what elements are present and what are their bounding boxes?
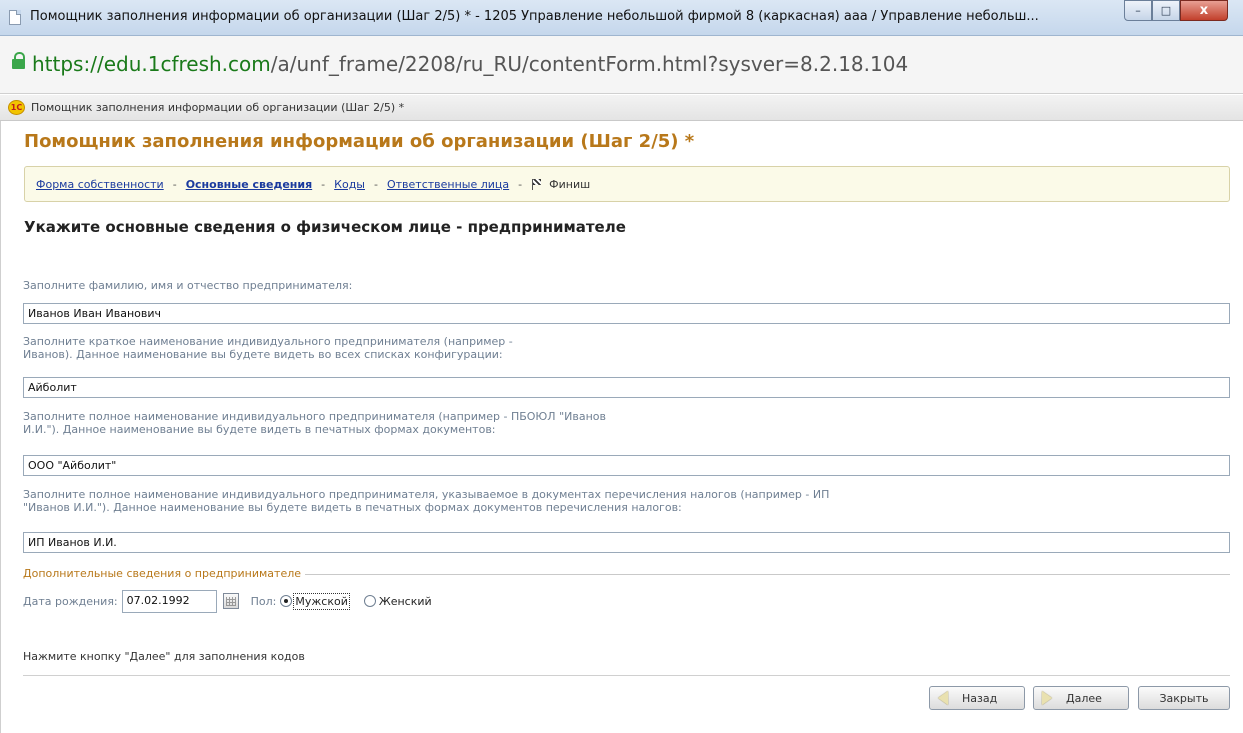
1c-logo-icon: 1С: [8, 100, 25, 115]
sex-female-label: Женский: [378, 594, 432, 608]
sex-male-label: Мужской: [293, 592, 350, 610]
label-line: Заполните фамилию, имя и отчество предпр…: [23, 279, 353, 292]
full-official-name-label: Заполните полное наименование индивидуал…: [23, 410, 606, 436]
form-title: Помощник заполнения информации об органи…: [24, 131, 695, 152]
step-codes-link[interactable]: Коды: [334, 178, 365, 191]
arrow-left-icon: [938, 691, 948, 705]
calendar-icon[interactable]: [222, 593, 239, 609]
next-button-label: Далее: [1066, 691, 1102, 705]
label-line: Иванов). Данное наименование вы будете в…: [23, 348, 503, 361]
birth-date-input[interactable]: 07.02.1992: [121, 589, 217, 613]
maximize-button[interactable]: □: [1152, 0, 1180, 21]
section-title: Укажите основные сведения о физическом л…: [24, 218, 626, 236]
step-ownership-link[interactable]: Форма собственности: [36, 178, 164, 191]
window-title: Помощник заполнения информации об органи…: [30, 9, 1039, 24]
close-window-button[interactable]: x: [1180, 0, 1228, 21]
arrow-right-icon: [1042, 691, 1052, 705]
extra-info-group: Дополнительные сведения о предпринимател…: [23, 567, 1230, 580]
step-basic-info-link[interactable]: Основные сведения: [186, 178, 312, 191]
url-text[interactable]: https://edu.1cfresh.com/a/unf_frame/2208…: [32, 52, 908, 76]
short-name-input[interactable]: Айболит: [23, 377, 1230, 398]
label-line: Заполните полное наименование индивидуал…: [23, 488, 830, 501]
finish-flag-icon: [531, 178, 543, 190]
form-tab-title: Помощник заполнения информации об органи…: [31, 101, 405, 114]
short-name-label: Заполните краткое наименование индивидуа…: [23, 335, 513, 361]
next-step-hint: Нажмите кнопку "Далее" для заполнения ко…: [23, 650, 305, 663]
step-separator: -: [518, 177, 523, 191]
label-line: "Иванов И.И."). Данное наименование вы б…: [23, 501, 682, 514]
url-host: edu.1cfresh.com: [103, 52, 271, 76]
form-tab-header: 1С Помощник заполнения информации об орг…: [0, 95, 1243, 121]
full-name-label: Заполните фамилию, имя и отчество предпр…: [23, 279, 352, 292]
back-button-label: Назад: [962, 691, 998, 705]
label-line: Заполните краткое наименование индивидуа…: [23, 335, 513, 348]
url-prefix: https://: [32, 52, 104, 76]
extra-info-group-title: Дополнительные сведения о предпринимател…: [23, 567, 306, 580]
next-button[interactable]: Далее: [1033, 686, 1129, 710]
step-separator: -: [172, 177, 177, 191]
step-separator: -: [321, 177, 326, 191]
document-icon: [9, 10, 21, 25]
bottom-divider: [23, 675, 1230, 676]
step-responsible-persons-link[interactable]: Ответственные лица: [387, 178, 509, 191]
url-path: /a/unf_frame/2208/ru_RU/contentForm.html…: [270, 52, 909, 76]
sex-label: Пол:: [250, 594, 277, 608]
lock-icon: [12, 52, 25, 69]
sex-male-radio[interactable]: Мужской: [280, 592, 350, 610]
tax-name-label: Заполните полное наименование индивидуал…: [23, 488, 829, 514]
steps-navigation: Форма собственности - Основные сведения …: [24, 166, 1230, 202]
minimize-button[interactable]: –: [1124, 0, 1152, 21]
radio-selected-icon: [280, 595, 293, 607]
window-controls: – □ x: [1124, 0, 1228, 21]
label-line: Заполните полное наименование индивидуал…: [23, 410, 606, 423]
step-separator: -: [374, 177, 378, 191]
extra-info-row: Дата рождения: 07.02.1992 Пол: Мужской Ж…: [23, 589, 432, 613]
step-finish-label: Финиш: [549, 177, 591, 191]
full-official-name-input[interactable]: ООО "Айболит": [23, 455, 1230, 476]
tax-name-input[interactable]: ИП Иванов И.И.: [23, 532, 1230, 553]
address-bar[interactable]: https://edu.1cfresh.com/a/unf_frame/2208…: [0, 36, 1243, 94]
assistant-form: Помощник заполнения информации об органи…: [0, 121, 1243, 733]
close-button[interactable]: Закрыть: [1138, 686, 1230, 710]
label-line: И.И."). Данное наименование вы будете ви…: [23, 423, 496, 436]
radio-unselected-icon: [363, 595, 376, 607]
back-button[interactable]: Назад: [929, 686, 1025, 710]
full-name-input[interactable]: Иванов Иван Иванович: [23, 303, 1230, 324]
birth-date-label: Дата рождения:: [23, 594, 118, 608]
sex-female-radio[interactable]: Женский: [363, 594, 432, 608]
close-button-label: Закрыть: [1159, 691, 1209, 705]
window-titlebar: Помощник заполнения информации об органи…: [0, 0, 1243, 36]
